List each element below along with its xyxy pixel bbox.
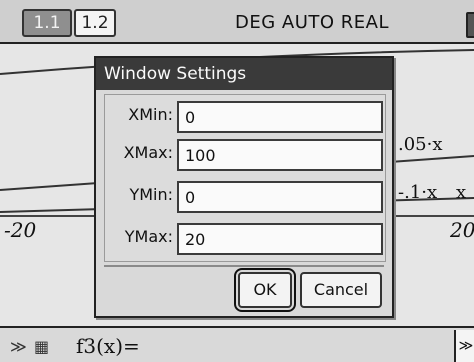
row-xmax: XMax: 100 <box>105 137 385 171</box>
settings-fields: XMin: 0 XMax: 100 YMin: 0 YMax: 20 <box>104 94 386 262</box>
xmin-label: XMin: <box>128 105 173 124</box>
history-icon[interactable]: ≫ <box>10 337 27 356</box>
dialog-title: Window Settings <box>96 58 392 90</box>
row-ymin: YMin: 0 <box>105 179 385 213</box>
window-settings-dialog: Window Settings XMin: 0 XMax: 100 YMin: … <box>94 56 394 318</box>
function-list-icon[interactable]: ▦ <box>34 337 49 356</box>
expression-label-right-x: x <box>456 182 467 203</box>
mode-status: DEG AUTO REAL <box>235 12 389 33</box>
row-xmin: XMin: 0 <box>105 99 385 133</box>
expand-icon[interactable]: ≫ <box>454 330 474 362</box>
tab-1-1[interactable]: 1.1 <box>22 9 72 37</box>
x-axis-min-label: -20 <box>4 218 37 242</box>
battery-icon <box>466 12 474 38</box>
expression-label-mid: -.1·x <box>398 182 438 203</box>
ok-button[interactable]: OK <box>234 268 296 312</box>
tab-1-2[interactable]: 1.2 <box>74 9 116 37</box>
ymax-label: YMax: <box>124 227 173 246</box>
dialog-separator <box>104 265 384 267</box>
calculator-screen: 1.1 1.2 DEG AUTO REAL -20 20 .05·x -.1·x… <box>0 0 474 362</box>
ymin-input[interactable]: 0 <box>177 181 383 213</box>
function-prefix[interactable]: f3(x)= <box>76 334 140 358</box>
x-axis-max-label: 20 <box>450 218 474 242</box>
ymax-input[interactable]: 20 <box>177 223 383 255</box>
xmax-input[interactable]: 100 <box>177 139 383 171</box>
expression-label-top: .05·x <box>398 134 443 155</box>
cancel-button[interactable]: Cancel <box>300 272 382 308</box>
entry-line[interactable]: ≫ ▦ f3(x)= ≫ <box>0 326 474 362</box>
top-bar: 1.1 1.2 DEG AUTO REAL <box>0 0 474 44</box>
ymin-label: YMin: <box>129 185 173 204</box>
xmax-label: XMax: <box>123 143 173 162</box>
xmin-input[interactable]: 0 <box>177 101 383 133</box>
row-ymax: YMax: 20 <box>105 221 385 255</box>
